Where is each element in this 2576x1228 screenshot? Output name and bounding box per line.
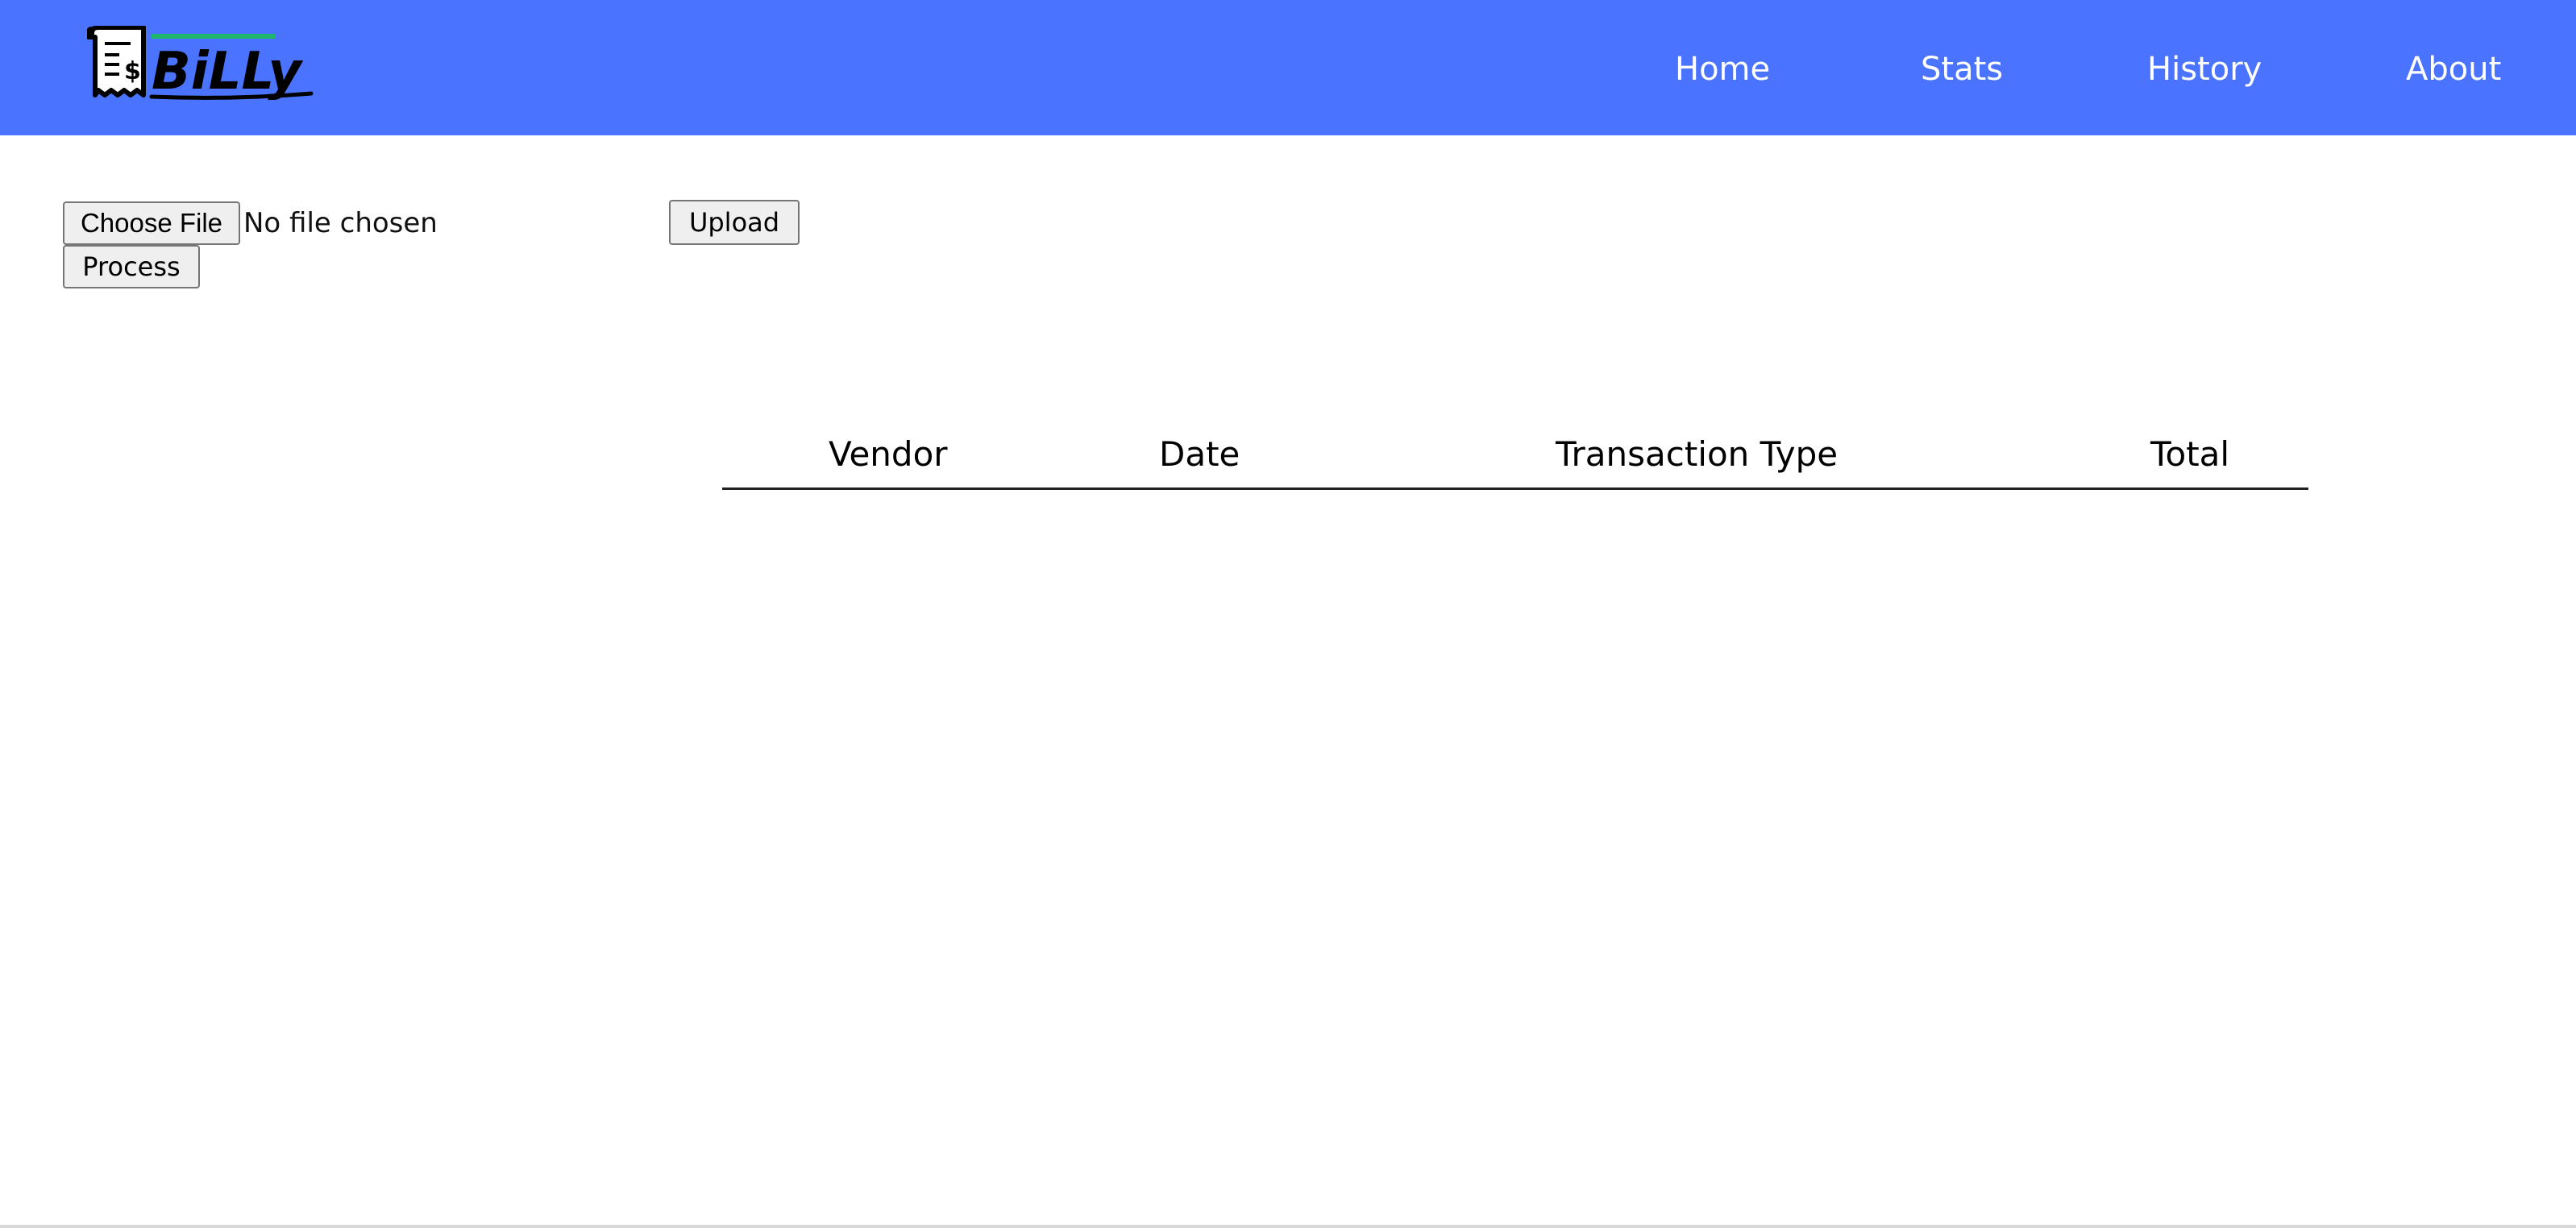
column-header-total[interactable]: Total xyxy=(2150,427,2229,482)
brand-wordmark: BiLLy xyxy=(152,42,303,102)
nav-about-link[interactable]: About xyxy=(2406,45,2501,93)
nav-home-link[interactable]: Home xyxy=(1675,45,1770,93)
bottom-edge-bar xyxy=(0,1225,2576,1228)
process-button[interactable]: Process xyxy=(63,245,200,288)
nav-stats-link[interactable]: Stats xyxy=(1921,45,2003,93)
billy-logo[interactable]: $ BiLLy xyxy=(87,26,326,103)
file-status-text: No file chosen xyxy=(243,207,438,239)
receipt-dollar-icon: $ xyxy=(87,26,146,97)
top-navbar: $ BiLLy Home Stats History About xyxy=(0,0,2576,135)
choose-file-button[interactable]: Choose File xyxy=(63,201,240,245)
upload-button[interactable]: Upload xyxy=(669,200,800,245)
transactions-table-header: Vendor Date Transaction Type Total xyxy=(722,427,2308,490)
nav-history-link[interactable]: History xyxy=(2147,45,2262,93)
svg-text:$: $ xyxy=(124,57,141,85)
column-header-vendor[interactable]: Vendor xyxy=(829,427,948,482)
column-header-transaction-type[interactable]: Transaction Type xyxy=(1556,427,1838,482)
column-header-date[interactable]: Date xyxy=(1159,427,1240,482)
